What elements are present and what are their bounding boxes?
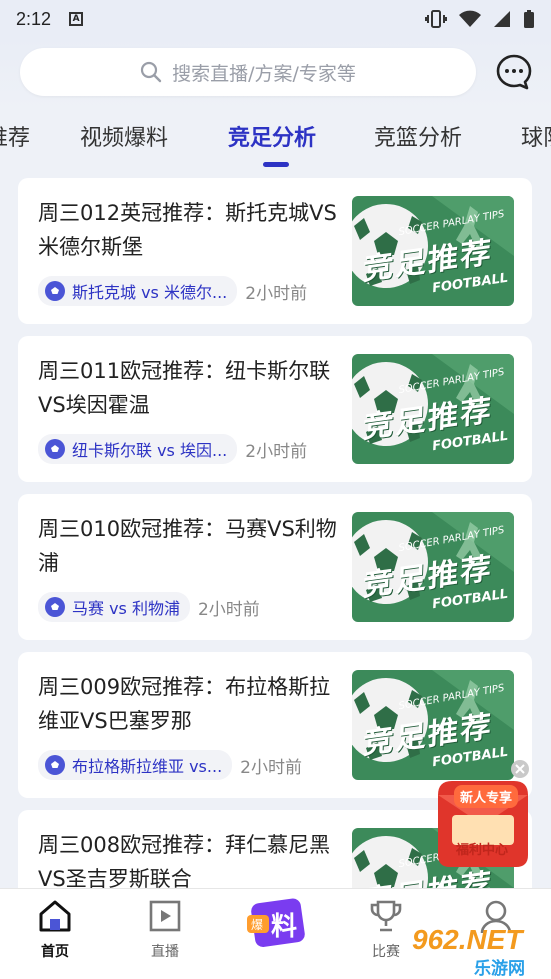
header: 搜索直播/方案/专家等 (0, 38, 551, 110)
article-meta: 布拉格斯拉维亚 vs... 2小时前 (38, 750, 302, 780)
soccer-ball-icon (45, 281, 65, 301)
soccer-ball-icon (45, 755, 65, 775)
tab-team[interactable]: 球队 (521, 120, 551, 152)
watermark-main: 962.NET (412, 924, 523, 955)
article-title: 周三010欧冠推荐：马赛VS利物浦 (38, 517, 337, 575)
home-icon (39, 900, 71, 932)
article-meta: 马赛 vs 利物浦 2小时前 (38, 592, 260, 622)
tab-football-analysis[interactable]: 竞足分析 (228, 120, 316, 152)
match-chip[interactable]: 纽卡斯尔联 vs 埃因... (38, 434, 238, 464)
soccer-ball-icon (45, 439, 65, 459)
vibrate-icon (425, 10, 447, 28)
nav-home[interactable]: 首页 (15, 899, 95, 961)
signal-icon (494, 11, 510, 27)
article-meta: 斯托克城 vs 米德尔... 2小时前 (38, 276, 307, 306)
wifi-icon (459, 10, 481, 27)
tab-basketball-analysis[interactable]: 竞篮分析 (374, 120, 462, 152)
article-thumbnail: SOCCER PARLAY TIPS 竞足推荐 FOOTBALL (352, 196, 514, 306)
match-name: 斯托克城 vs 米德尔... (72, 283, 228, 302)
article-time: 2小时前 (245, 441, 308, 462)
article-card[interactable]: 周三010欧冠推荐：马赛VS利物浦 马赛 vs 利物浦 2小时前 SOCCER … (18, 494, 532, 640)
message-button[interactable] (494, 52, 534, 92)
soccer-ball-icon (45, 597, 65, 617)
article-card[interactable]: 周三012英冠推荐：斯托克城VS米德尔斯堡 斯托克城 vs 米德尔... 2小时… (18, 178, 532, 324)
status-bar: 2:12 A (0, 0, 551, 38)
article-title: 周三012英冠推荐：斯托克城VS米德尔斯堡 (38, 201, 337, 259)
article-title: 周三008欧冠推荐：拜仁慕尼黑VS圣吉罗斯联合 (38, 833, 331, 888)
article-card[interactable]: 周三011欧冠推荐：纽卡斯尔联VS埃因霍温 纽卡斯尔联 vs 埃因... 2小时… (18, 336, 532, 482)
watermark-sub: 乐游网 (474, 959, 525, 979)
chat-bubble-icon (496, 54, 532, 90)
nav-live[interactable]: 直播 (125, 899, 205, 961)
article-time: 2小时前 (197, 599, 260, 620)
news-burst-icon: 爆料 (247, 898, 305, 947)
search-icon (140, 61, 162, 83)
trophy-icon (370, 900, 402, 932)
article-title: 周三011欧冠推荐：纽卡斯尔联VS埃因霍温 (38, 359, 331, 417)
svg-text:爆: 爆 (251, 918, 263, 932)
status-icons (425, 9, 535, 29)
promo-top-label: 新人专享 (454, 785, 519, 808)
new-user-promo[interactable]: 新人专享 福利中心 (428, 755, 538, 870)
site-watermark: 962.NET 乐游网 (412, 924, 548, 979)
article-thumbnail: SOCCER PARLAY TIPS 竞足推荐 FOOTBALL (352, 354, 514, 464)
match-chip[interactable]: 布拉格斯拉维亚 vs... (38, 750, 233, 780)
article-meta: 纽卡斯尔联 vs 埃因... 2小时前 (38, 434, 307, 464)
article-time: 2小时前 (240, 757, 302, 778)
search-placeholder: 搜索直播/方案/专家等 (172, 62, 356, 85)
match-chip[interactable]: 马赛 vs 利物浦 (38, 592, 190, 622)
tab-video-news[interactable]: 视频爆料 (80, 120, 168, 152)
sim-icon: A (69, 12, 84, 26)
article-time: 2小时前 (245, 283, 308, 304)
svg-text:料: 料 (271, 912, 297, 942)
match-chip[interactable]: 斯托克城 vs 米德尔... (38, 276, 238, 306)
promo-bottom-label: 福利中心 (456, 843, 509, 858)
article-thumbnail: SOCCER PARLAY TIPS 竞足推荐 FOOTBALL (352, 512, 514, 622)
play-icon (149, 900, 181, 932)
status-time: 2:12 (16, 8, 52, 29)
match-name: 马赛 vs 利物浦 (72, 599, 180, 618)
search-bar[interactable]: 搜索直播/方案/专家等 (20, 48, 476, 96)
nav-home-label: 首页 (41, 944, 69, 960)
nav-news[interactable]: 爆料 (236, 893, 316, 961)
article-title: 周三009欧冠推荐：布拉格斯拉维亚VS巴塞罗那 (38, 675, 331, 733)
category-tabs: 推荐 视频爆料 竞足分析 竞篮分析 球队 (0, 110, 551, 168)
nav-live-label: 直播 (151, 944, 179, 960)
active-tab-indicator (263, 162, 289, 167)
match-name: 布拉格斯拉维亚 vs... (72, 757, 223, 776)
match-name: 纽卡斯尔联 vs 埃因... (72, 441, 228, 460)
tab-recommend[interactable]: 推荐 (0, 120, 30, 152)
battery-icon (524, 10, 534, 28)
